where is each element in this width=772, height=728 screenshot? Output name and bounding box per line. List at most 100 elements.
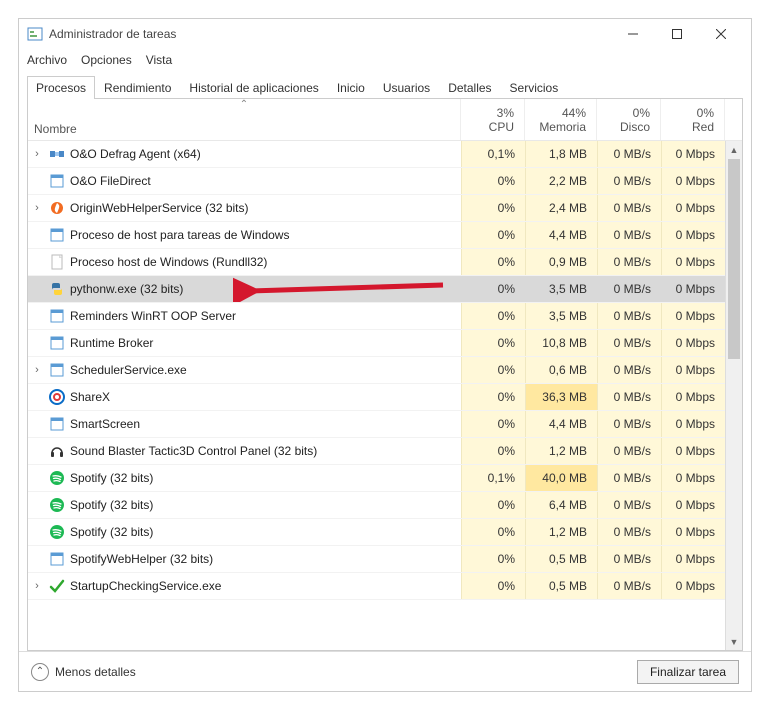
process-list-panel: ⌃ Nombre 3% CPU 44% Memoria 0% Disco 0% … (27, 99, 743, 651)
process-row[interactable]: ›OriginWebHelperService (32 bits)0%2,4 M… (28, 195, 742, 222)
menu-opciones[interactable]: Opciones (81, 53, 132, 67)
network-cell: 0 Mbps (661, 438, 725, 464)
process-name-cell: Runtime Broker (28, 335, 461, 351)
process-row[interactable]: pythonw.exe (32 bits)0%3,5 MB0 MB/s0 Mbp… (28, 276, 742, 303)
cpu-cell: 0% (461, 519, 525, 545)
header-memoria[interactable]: 44% Memoria (525, 99, 597, 140)
chevron-up-icon: ⌃ (31, 663, 49, 681)
process-rows: ›O&O Defrag Agent (x64)0,1%1,8 MB0 MB/s0… (28, 141, 742, 650)
process-name-cell: Spotify (32 bits) (28, 470, 461, 486)
process-name-label: SchedulerService.exe (70, 363, 187, 377)
process-row[interactable]: SmartScreen0%4,4 MB0 MB/s0 Mbps (28, 411, 742, 438)
disk-cell: 0 MB/s (597, 195, 661, 221)
process-row[interactable]: Spotify (32 bits)0%6,4 MB0 MB/s0 Mbps (28, 492, 742, 519)
tab-historial[interactable]: Historial de aplicaciones (180, 76, 327, 99)
process-name-cell: Reminders WinRT OOP Server (28, 308, 461, 324)
disk-cell: 0 MB/s (597, 438, 661, 464)
network-cell: 0 Mbps (661, 519, 725, 545)
vertical-scrollbar[interactable]: ▲ ▼ (725, 141, 742, 650)
cpu-cell: 0% (461, 357, 525, 383)
process-name-label: pythonw.exe (32 bits) (70, 282, 183, 296)
disk-cell: 0 MB/s (597, 465, 661, 491)
process-row[interactable]: ShareX0%36,3 MB0 MB/s0 Mbps (28, 384, 742, 411)
menu-vista[interactable]: Vista (146, 53, 172, 67)
network-cell: 0 Mbps (661, 357, 725, 383)
network-cell: 0 Mbps (661, 573, 725, 599)
process-row[interactable]: Proceso de host para tareas de Windows0%… (28, 222, 742, 249)
end-task-button[interactable]: Finalizar tarea (637, 660, 739, 684)
menu-archivo[interactable]: Archivo (27, 53, 67, 67)
process-icon (49, 416, 65, 432)
tab-usuarios[interactable]: Usuarios (374, 76, 439, 99)
titlebar: Administrador de tareas (19, 19, 751, 49)
process-row[interactable]: ›StartupCheckingService.exe0%0,5 MB0 MB/… (28, 573, 742, 600)
scroll-thumb[interactable] (728, 159, 740, 359)
process-name-label: Proceso host de Windows (Rundll32) (70, 255, 267, 269)
network-cell: 0 Mbps (661, 465, 725, 491)
header-name[interactable]: ⌃ Nombre (28, 99, 461, 140)
network-cell: 0 Mbps (661, 411, 725, 437)
header-disco[interactable]: 0% Disco (597, 99, 661, 140)
maximize-button[interactable] (655, 20, 699, 48)
tab-procesos[interactable]: Procesos (27, 76, 95, 99)
process-row[interactable]: ›O&O Defrag Agent (x64)0,1%1,8 MB0 MB/s0… (28, 141, 742, 168)
tab-detalles[interactable]: Detalles (439, 76, 500, 99)
process-icon (49, 335, 65, 351)
process-row[interactable]: Spotify (32 bits)0%1,2 MB0 MB/s0 Mbps (28, 519, 742, 546)
memory-cell: 0,5 MB (525, 573, 597, 599)
process-name-cell: Spotify (32 bits) (28, 524, 461, 540)
disk-cell: 0 MB/s (597, 573, 661, 599)
process-row[interactable]: Proceso host de Windows (Rundll32)0%0,9 … (28, 249, 742, 276)
memory-cell: 6,4 MB (525, 492, 597, 518)
scroll-down-button[interactable]: ▼ (726, 633, 742, 650)
tab-inicio[interactable]: Inicio (328, 76, 374, 99)
process-row[interactable]: Sound Blaster Tactic3D Control Panel (32… (28, 438, 742, 465)
tab-rendimiento[interactable]: Rendimiento (95, 76, 180, 99)
process-icon (49, 578, 65, 594)
scroll-up-button[interactable]: ▲ (726, 141, 742, 158)
tab-strip: Procesos Rendimiento Historial de aplica… (27, 75, 743, 99)
minimize-button[interactable] (611, 20, 655, 48)
header-cpu[interactable]: 3% CPU (461, 99, 525, 140)
column-headers: ⌃ Nombre 3% CPU 44% Memoria 0% Disco 0% … (28, 99, 742, 141)
process-name-cell: Proceso host de Windows (Rundll32) (28, 254, 461, 270)
disk-cell: 0 MB/s (597, 222, 661, 248)
expand-icon[interactable]: › (30, 148, 44, 160)
process-icon (49, 551, 65, 567)
process-row[interactable]: SpotifyWebHelper (32 bits)0%0,5 MB0 MB/s… (28, 546, 742, 573)
disk-cell: 0 MB/s (597, 168, 661, 194)
process-icon (49, 146, 65, 162)
process-icon (49, 443, 65, 459)
close-button[interactable] (699, 20, 743, 48)
fewer-details-button[interactable]: ⌃ Menos detalles (31, 663, 136, 681)
expand-icon[interactable]: › (30, 364, 44, 376)
memory-cell: 4,4 MB (525, 222, 597, 248)
process-row[interactable]: Spotify (32 bits)0,1%40,0 MB0 MB/s0 Mbps (28, 465, 742, 492)
memory-cell: 2,2 MB (525, 168, 597, 194)
process-name-label: O&O FileDirect (70, 174, 151, 188)
cpu-cell: 0% (461, 573, 525, 599)
tab-servicios[interactable]: Servicios (501, 76, 568, 99)
process-icon (49, 200, 65, 216)
process-name-cell: O&O FileDirect (28, 173, 461, 189)
process-name-label: Spotify (32 bits) (70, 471, 153, 485)
process-row[interactable]: Runtime Broker0%10,8 MB0 MB/s0 Mbps (28, 330, 742, 357)
process-row[interactable]: ›SchedulerService.exe0%0,6 MB0 MB/s0 Mbp… (28, 357, 742, 384)
cpu-cell: 0% (461, 438, 525, 464)
process-row[interactable]: O&O FileDirect 0%2,2 MB0 MB/s0 Mbps (28, 168, 742, 195)
disk-cell: 0 MB/s (597, 141, 661, 167)
expand-icon[interactable]: › (30, 580, 44, 592)
disk-cell: 0 MB/s (597, 411, 661, 437)
cpu-cell: 0% (461, 168, 525, 194)
process-name-label: Spotify (32 bits) (70, 525, 153, 539)
memory-cell: 2,4 MB (525, 195, 597, 221)
process-name-label: ShareX (70, 390, 110, 404)
process-name-cell: SmartScreen (28, 416, 461, 432)
expand-icon[interactable]: › (30, 202, 44, 214)
process-name-label: Runtime Broker (70, 336, 153, 350)
network-cell: 0 Mbps (661, 168, 725, 194)
header-red[interactable]: 0% Red (661, 99, 725, 140)
process-row[interactable]: Reminders WinRT OOP Server0%3,5 MB0 MB/s… (28, 303, 742, 330)
memory-cell: 10,8 MB (525, 330, 597, 356)
process-name-cell: ShareX (28, 389, 461, 405)
